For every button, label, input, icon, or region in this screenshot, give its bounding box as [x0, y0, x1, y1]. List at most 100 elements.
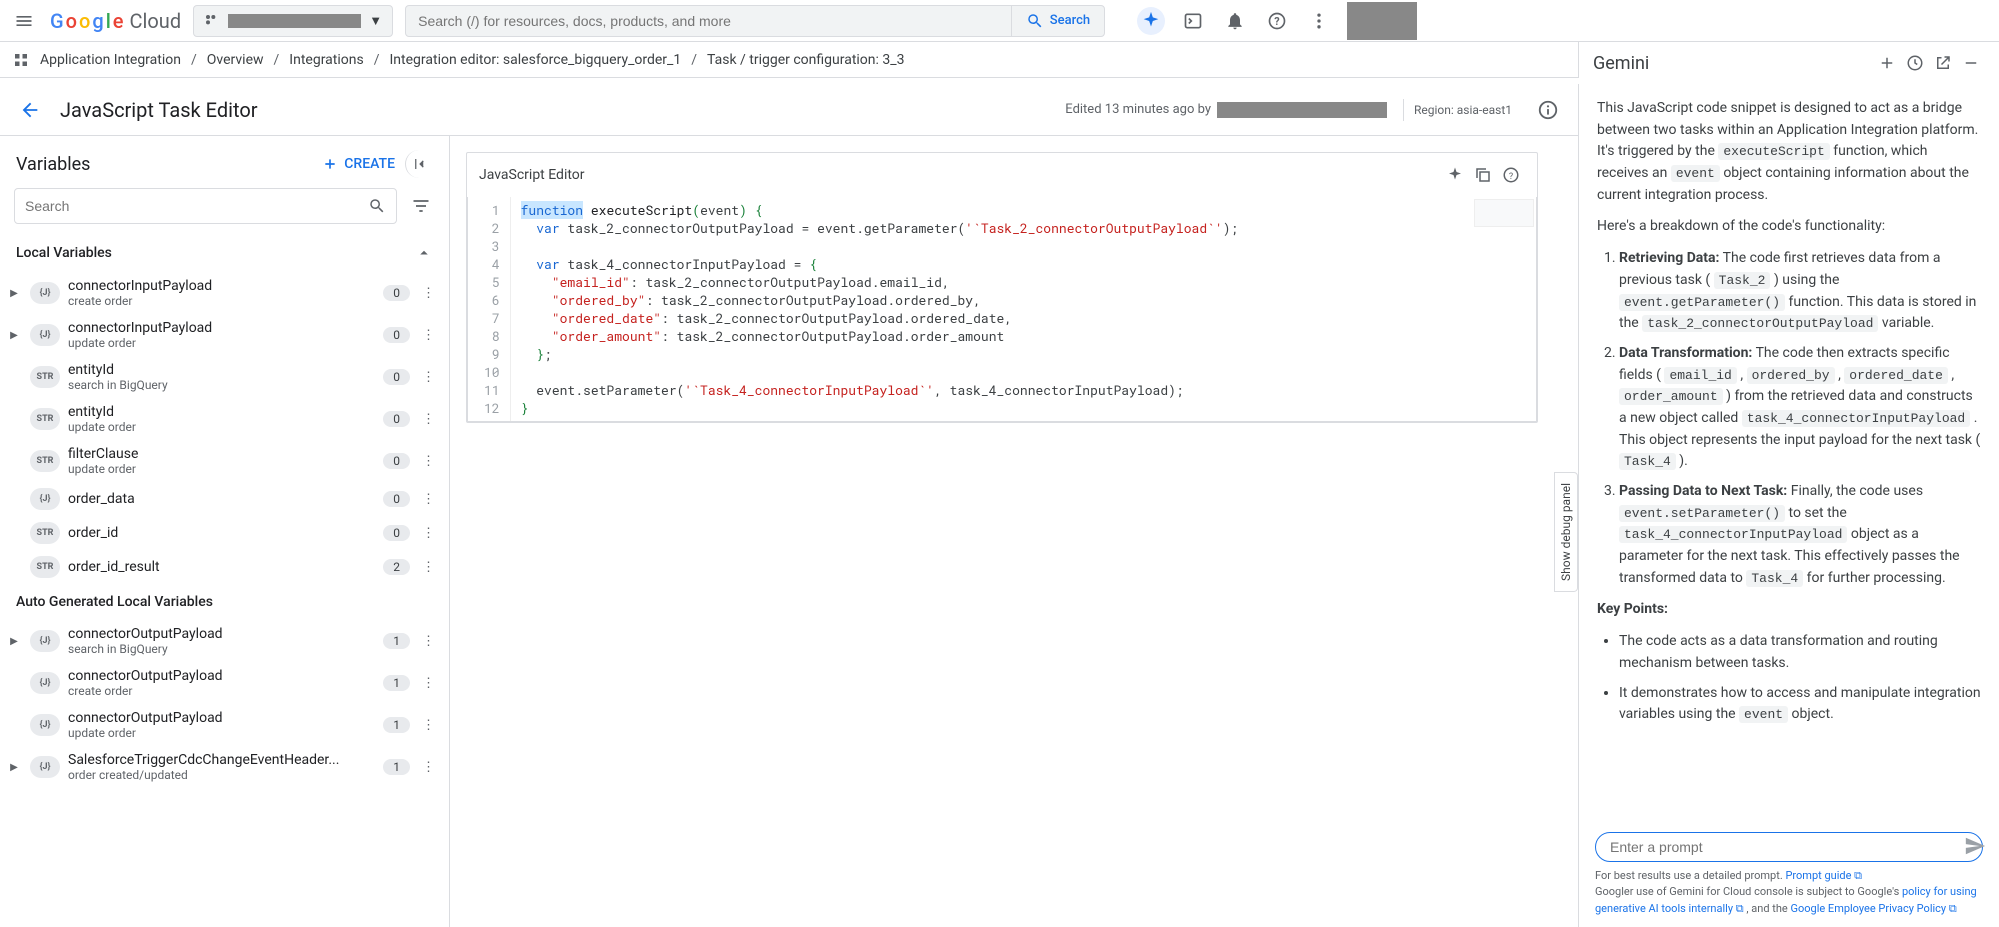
more-icon[interactable]: ⋮ [418, 760, 439, 775]
more-icon[interactable]: ⋮ [418, 328, 439, 343]
cloud-shell-icon[interactable] [1179, 7, 1207, 35]
variable-name: order_data [68, 491, 375, 507]
variable-subtitle: update order [68, 726, 375, 740]
gemini-spark-icon[interactable] [1137, 7, 1165, 35]
variable-item[interactable]: STR filterClause update order 0 ⋮ [0, 440, 449, 482]
variable-item[interactable]: STR entityId search in BigQuery 0 ⋮ [0, 356, 449, 398]
variable-item[interactable]: ▶ {J} SalesforceTriggerCdcChangeEventHea… [0, 746, 449, 788]
svg-text:?: ? [1509, 172, 1513, 182]
chevron-up-icon [415, 244, 433, 262]
variable-subtitle: search in BigQuery [68, 642, 375, 656]
info-icon[interactable] [1534, 96, 1562, 124]
collapse-panel-icon[interactable] [405, 150, 433, 178]
more-icon[interactable] [1305, 7, 1333, 35]
variable-subtitle: update order [68, 462, 375, 476]
variable-item[interactable]: ▶ {J} connectorInputPayload update order… [0, 314, 449, 356]
more-icon[interactable]: ⋮ [418, 492, 439, 507]
auto-vars-list: ▶ {J} connectorOutputPayload search in B… [0, 620, 449, 788]
page-title: JavaScript Task Editor [60, 98, 1065, 122]
usage-count: 0 [383, 491, 410, 507]
new-chat-icon[interactable] [1873, 49, 1901, 77]
gemini-title: Gemini [1593, 53, 1873, 74]
help-icon[interactable]: ? [1263, 7, 1291, 35]
local-vars-list: ▶ {J} connectorInputPayload create order… [0, 272, 449, 584]
avatar-redacted[interactable] [1347, 2, 1417, 40]
variable-name: connectorOutputPayload [68, 710, 375, 726]
notifications-icon[interactable] [1221, 7, 1249, 35]
google-cloud-logo[interactable]: Google Cloud [50, 9, 181, 33]
expand-icon[interactable]: ▶ [6, 288, 22, 299]
project-selector[interactable]: ▼ [193, 5, 393, 37]
filter-icon[interactable] [407, 192, 435, 220]
prompt-input[interactable] [1610, 839, 1968, 855]
breadcrumb-item[interactable]: Integration editor: salesforce_bigquery_… [390, 52, 682, 68]
gemini-response: This JavaScript code snippet is designed… [1579, 84, 1999, 822]
menu-icon[interactable] [10, 7, 38, 35]
variables-panel: Variables CREATE [0, 136, 450, 927]
breadcrumb-item[interactable]: Integrations [289, 52, 363, 68]
more-icon[interactable]: ⋮ [418, 676, 439, 691]
footer-text: For best results use a detailed prompt. … [1595, 868, 1983, 918]
search-bar: Search [405, 5, 1105, 37]
more-icon[interactable]: ⋮ [418, 634, 439, 649]
more-icon[interactable]: ⋮ [418, 412, 439, 427]
back-arrow-icon[interactable] [16, 96, 44, 124]
variable-item[interactable]: ▶ {J} connectorInputPayload create order… [0, 272, 449, 314]
editor-name-redacted [1217, 102, 1387, 118]
project-name-redacted [228, 14, 361, 28]
variable-item[interactable]: {J} order_data 0 ⋮ [0, 482, 449, 516]
minimap[interactable] [1474, 199, 1534, 227]
breadcrumb-item[interactable]: Application Integration [40, 52, 181, 68]
variable-subtitle: create order [68, 684, 375, 698]
type-chip: STR [30, 366, 60, 388]
local-vars-header[interactable]: Local Variables [0, 234, 449, 272]
more-icon[interactable]: ⋮ [418, 526, 439, 541]
more-icon[interactable]: ⋮ [418, 370, 439, 385]
variable-subtitle: update order [68, 420, 375, 434]
more-icon[interactable]: ⋮ [418, 718, 439, 733]
more-icon[interactable]: ⋮ [418, 286, 439, 301]
breadcrumb-item[interactable]: Overview [207, 52, 264, 68]
usage-count: 0 [383, 411, 410, 427]
variable-item[interactable]: {J} connectorOutputPayload update order … [0, 704, 449, 746]
variable-item[interactable]: STR order_id_result 2 ⋮ [0, 550, 449, 584]
expand-icon[interactable]: ▶ [6, 762, 22, 773]
search-input[interactable] [406, 13, 1011, 29]
variable-search-input[interactable] [25, 198, 368, 214]
code-editor[interactable]: 123456789101112 function executeScript(e… [467, 197, 1537, 422]
variable-name: connectorOutputPayload [68, 626, 375, 642]
variable-item[interactable]: STR entityId update order 0 ⋮ [0, 398, 449, 440]
create-button[interactable]: CREATE [322, 156, 395, 172]
expand-icon[interactable]: ▶ [6, 636, 22, 647]
send-icon[interactable] [1961, 832, 1989, 860]
variable-name: entityId [68, 404, 375, 420]
debug-panel-toggle[interactable]: Show debug panel [1554, 472, 1578, 592]
logo-text: Cloud [130, 9, 182, 33]
privacy-link[interactable]: Google Employee Privacy Policy ⧉ [1790, 902, 1956, 915]
variable-item[interactable]: ▶ {J} connectorOutputPayload search in B… [0, 620, 449, 662]
type-chip: {J} [30, 714, 60, 736]
variable-name: connectorOutputPayload [68, 668, 375, 684]
spark-icon[interactable] [1441, 161, 1469, 189]
variable-item[interactable]: STR order_id 0 ⋮ [0, 516, 449, 550]
gemini-footer: For best results use a detailed prompt. … [1579, 822, 1999, 927]
region-label: Region: asia-east1 [1403, 99, 1522, 121]
more-icon[interactable]: ⋮ [418, 560, 439, 575]
history-icon[interactable] [1901, 49, 1929, 77]
usage-count: 0 [383, 369, 410, 385]
variable-item[interactable]: {J} connectorOutputPayload create order … [0, 662, 449, 704]
code-header: JavaScript Editor ? [467, 153, 1537, 197]
breadcrumb-item[interactable]: Task / trigger configuration: 3_3 [707, 52, 904, 68]
auto-vars-header[interactable]: Auto Generated Local Variables [0, 584, 449, 620]
prompt-guide-link[interactable]: Prompt guide ⧉ [1785, 869, 1862, 882]
search-button[interactable]: Search [1011, 6, 1104, 36]
help-icon[interactable]: ? [1497, 161, 1525, 189]
minimize-icon[interactable] [1957, 49, 1985, 77]
copy-icon[interactable] [1469, 161, 1497, 189]
variable-name: SalesforceTriggerCdcChangeEventHeader... [68, 752, 375, 768]
type-chip: {J} [30, 630, 60, 652]
expand-icon[interactable]: ▶ [6, 330, 22, 341]
more-icon[interactable]: ⋮ [418, 454, 439, 469]
open-external-icon[interactable] [1929, 49, 1957, 77]
edited-by: Edited 13 minutes ago by [1065, 102, 1387, 118]
